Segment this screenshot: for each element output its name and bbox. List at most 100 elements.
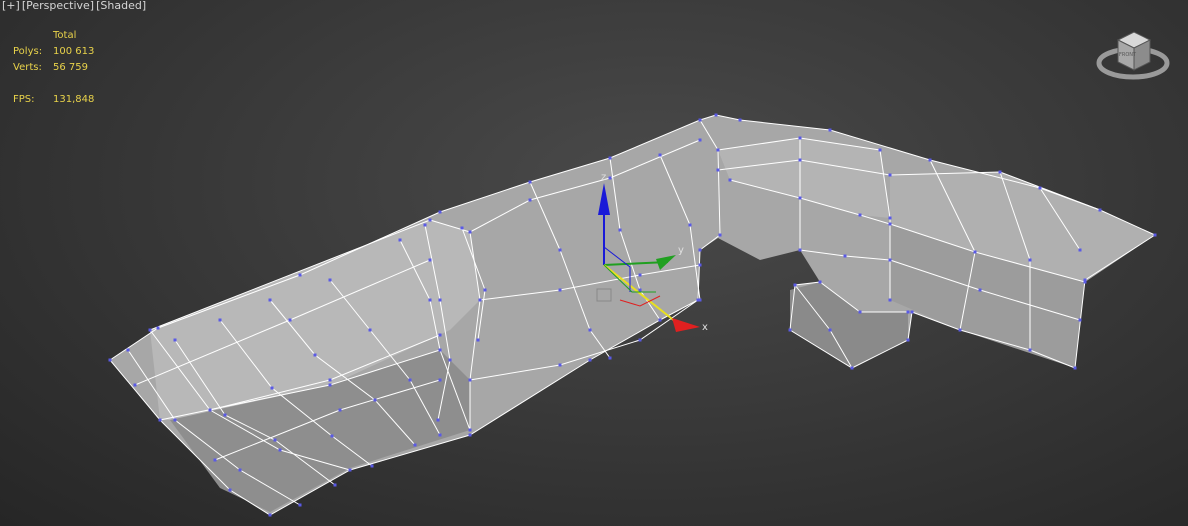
mesh-vertex[interactable]	[888, 222, 892, 226]
mesh-vertex[interactable]	[298, 273, 302, 277]
mesh-vertex[interactable]	[338, 408, 342, 412]
mesh-vertex[interactable]	[608, 176, 612, 180]
mesh-vertex[interactable]	[818, 280, 822, 284]
mesh-vertex[interactable]	[558, 363, 562, 367]
mesh-vertex[interactable]	[313, 353, 317, 357]
mesh-vertex[interactable]	[348, 468, 352, 472]
perspective-viewport[interactable]: [+] [Perspective] [Shaded] Total Polys: 100…	[0, 0, 1188, 526]
mesh-vertex[interactable]	[428, 258, 432, 262]
mesh-vertex[interactable]	[698, 118, 702, 122]
mesh-vertex[interactable]	[558, 248, 562, 252]
mesh-vertex[interactable]	[438, 210, 442, 214]
mesh-vertex[interactable]	[438, 348, 442, 352]
mesh-vertex[interactable]	[798, 136, 802, 140]
mesh-vertex[interactable]	[850, 366, 854, 370]
mesh-vertex[interactable]	[298, 503, 302, 507]
viewcube[interactable]: FRONT	[1096, 28, 1172, 88]
mesh-vertex[interactable]	[978, 288, 982, 292]
mesh-vertex[interactable]	[888, 173, 892, 177]
mesh-vertex[interactable]	[798, 248, 802, 252]
mesh-vertex[interactable]	[716, 148, 720, 152]
mesh-vertex[interactable]	[268, 298, 272, 302]
mesh-vertex[interactable]	[228, 488, 232, 492]
mesh-vertex[interactable]	[698, 263, 702, 267]
mesh-vertex[interactable]	[398, 238, 402, 242]
mesh-vertex[interactable]	[906, 338, 910, 342]
mesh-vertex[interactable]	[1078, 248, 1082, 252]
mesh-vertex[interactable]	[288, 318, 292, 322]
mesh-vertex[interactable]	[328, 278, 332, 282]
mesh-vertex[interactable]	[330, 434, 334, 438]
mesh-vertex[interactable]	[910, 310, 914, 314]
mesh-vertex[interactable]	[148, 328, 152, 332]
mesh-vertex[interactable]	[448, 358, 452, 362]
mesh-vertex[interactable]	[483, 288, 487, 292]
mesh-vertex[interactable]	[528, 198, 532, 202]
mesh-vertex[interactable]	[728, 178, 732, 182]
mesh-vertex[interactable]	[368, 328, 372, 332]
mesh-vertex[interactable]	[1153, 233, 1157, 237]
mesh-vertex[interactable]	[638, 288, 642, 292]
mesh-vertex[interactable]	[588, 328, 592, 332]
mesh-vertex[interactable]	[658, 318, 662, 322]
mesh-vertex[interactable]	[638, 273, 642, 277]
mesh-vertex[interactable]	[608, 156, 612, 160]
mesh-vertex[interactable]	[618, 228, 622, 232]
mesh-vertex[interactable]	[436, 418, 440, 422]
mesh-vertex[interactable]	[858, 310, 862, 314]
mesh-vertex[interactable]	[928, 158, 932, 162]
mesh-vertex[interactable]	[958, 328, 962, 332]
mesh-vertex[interactable]	[638, 338, 642, 342]
mesh-vertex[interactable]	[858, 213, 862, 217]
mesh-vertex[interactable]	[213, 458, 217, 462]
mesh-vertex[interactable]	[438, 378, 442, 382]
mesh-vertex[interactable]	[438, 433, 442, 437]
mesh-vertex[interactable]	[270, 386, 274, 390]
mesh-vertex[interactable]	[888, 258, 892, 262]
mesh-vertex[interactable]	[428, 298, 432, 302]
mesh-vertex[interactable]	[333, 483, 337, 487]
mesh-vertex[interactable]	[1028, 348, 1032, 352]
mesh-vertex[interactable]	[438, 333, 442, 337]
mesh-vertex[interactable]	[238, 468, 242, 472]
mesh-vertex[interactable]	[468, 230, 472, 234]
mesh-vertex[interactable]	[373, 398, 377, 402]
mesh-vertex[interactable]	[478, 298, 482, 302]
mesh-vertex[interactable]	[476, 338, 480, 342]
mesh-vertex[interactable]	[798, 196, 802, 200]
mesh-vertex[interactable]	[468, 428, 472, 432]
mesh-vertex[interactable]	[468, 378, 472, 382]
mesh-vertex[interactable]	[158, 418, 162, 422]
mesh-vertex[interactable]	[528, 180, 532, 184]
mesh-vertex[interactable]	[798, 158, 802, 162]
mesh-vertex[interactable]	[588, 358, 592, 362]
mesh-vertex[interactable]	[738, 118, 742, 122]
mesh-vertex[interactable]	[558, 288, 562, 292]
mesh-vertex[interactable]	[1038, 186, 1042, 190]
mesh-vertex[interactable]	[273, 438, 277, 442]
mesh-vertex[interactable]	[688, 223, 692, 227]
mesh-vertex[interactable]	[1083, 280, 1087, 284]
mesh-vertex[interactable]	[973, 250, 977, 254]
mesh-vertex[interactable]	[843, 254, 847, 258]
mesh-vertex[interactable]	[1073, 366, 1077, 370]
mesh-vertex[interactable]	[268, 513, 272, 517]
mesh-vertex[interactable]	[1098, 208, 1102, 212]
mesh-vertex[interactable]	[218, 318, 222, 322]
mesh-vertex[interactable]	[413, 443, 417, 447]
mesh-model[interactable]	[0, 0, 1188, 526]
mesh-vertex[interactable]	[370, 464, 374, 468]
mesh-vertex[interactable]	[156, 326, 160, 330]
mesh-vertex[interactable]	[828, 128, 832, 132]
mesh-vertex[interactable]	[468, 433, 472, 437]
mesh-vertex[interactable]	[208, 408, 212, 412]
mesh-vertex[interactable]	[906, 310, 910, 314]
mesh-vertex[interactable]	[788, 328, 792, 332]
mesh-vertex[interactable]	[423, 223, 427, 227]
mesh-vertex[interactable]	[698, 248, 702, 252]
mesh-vertex[interactable]	[1028, 258, 1032, 262]
mesh-vertex[interactable]	[716, 168, 720, 172]
mesh-vertex[interactable]	[173, 338, 177, 342]
mesh-vertex[interactable]	[793, 283, 797, 287]
mesh-vertex[interactable]	[698, 298, 702, 302]
